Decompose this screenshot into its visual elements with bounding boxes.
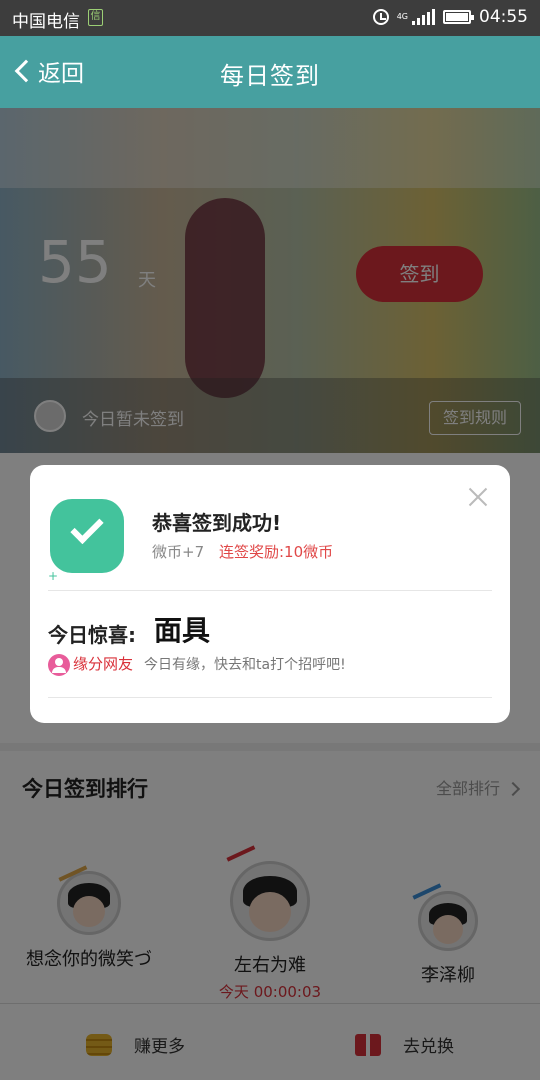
- user-icon: [48, 654, 70, 676]
- fate-friend-link[interactable]: 缘分网友: [73, 653, 133, 674]
- success-check-icon: [50, 499, 124, 573]
- signin-success-dialog: + 恭喜签到成功! 微币+7 连签奖励:10微币 今日惊喜: 面具 缘分网友 今…: [30, 465, 510, 723]
- page-title: 每日签到: [220, 62, 320, 90]
- surprise-label: 今日惊喜:: [48, 623, 136, 647]
- title-bar: 返回 每日签到: [0, 36, 540, 108]
- network-type: 4G: [396, 12, 408, 21]
- alarm-icon: [372, 9, 389, 25]
- clock: 04:55: [479, 7, 528, 27]
- close-icon[interactable]: [466, 485, 490, 509]
- dialog-title: 恭喜签到成功!: [152, 511, 282, 535]
- fate-friend-description: 今日有缘，快去和ta打个招呼吧!: [144, 657, 346, 673]
- signal-icon: [412, 9, 435, 25]
- coin-reward: 微币+7: [152, 543, 205, 561]
- status-bar: 中国电信 信 4G 04:55: [0, 0, 540, 36]
- status-icons: 4G 04:55: [372, 7, 528, 27]
- divider: [48, 697, 492, 698]
- sim-badge-icon: 信: [88, 9, 103, 26]
- carrier-name: 中国电信: [12, 12, 80, 32]
- divider: [48, 590, 492, 591]
- battery-icon: [443, 10, 474, 24]
- sparkle-icon: +: [48, 569, 59, 583]
- surprise-value: 面具: [154, 614, 211, 647]
- streak-reward: 连签奖励:10微币: [219, 543, 334, 561]
